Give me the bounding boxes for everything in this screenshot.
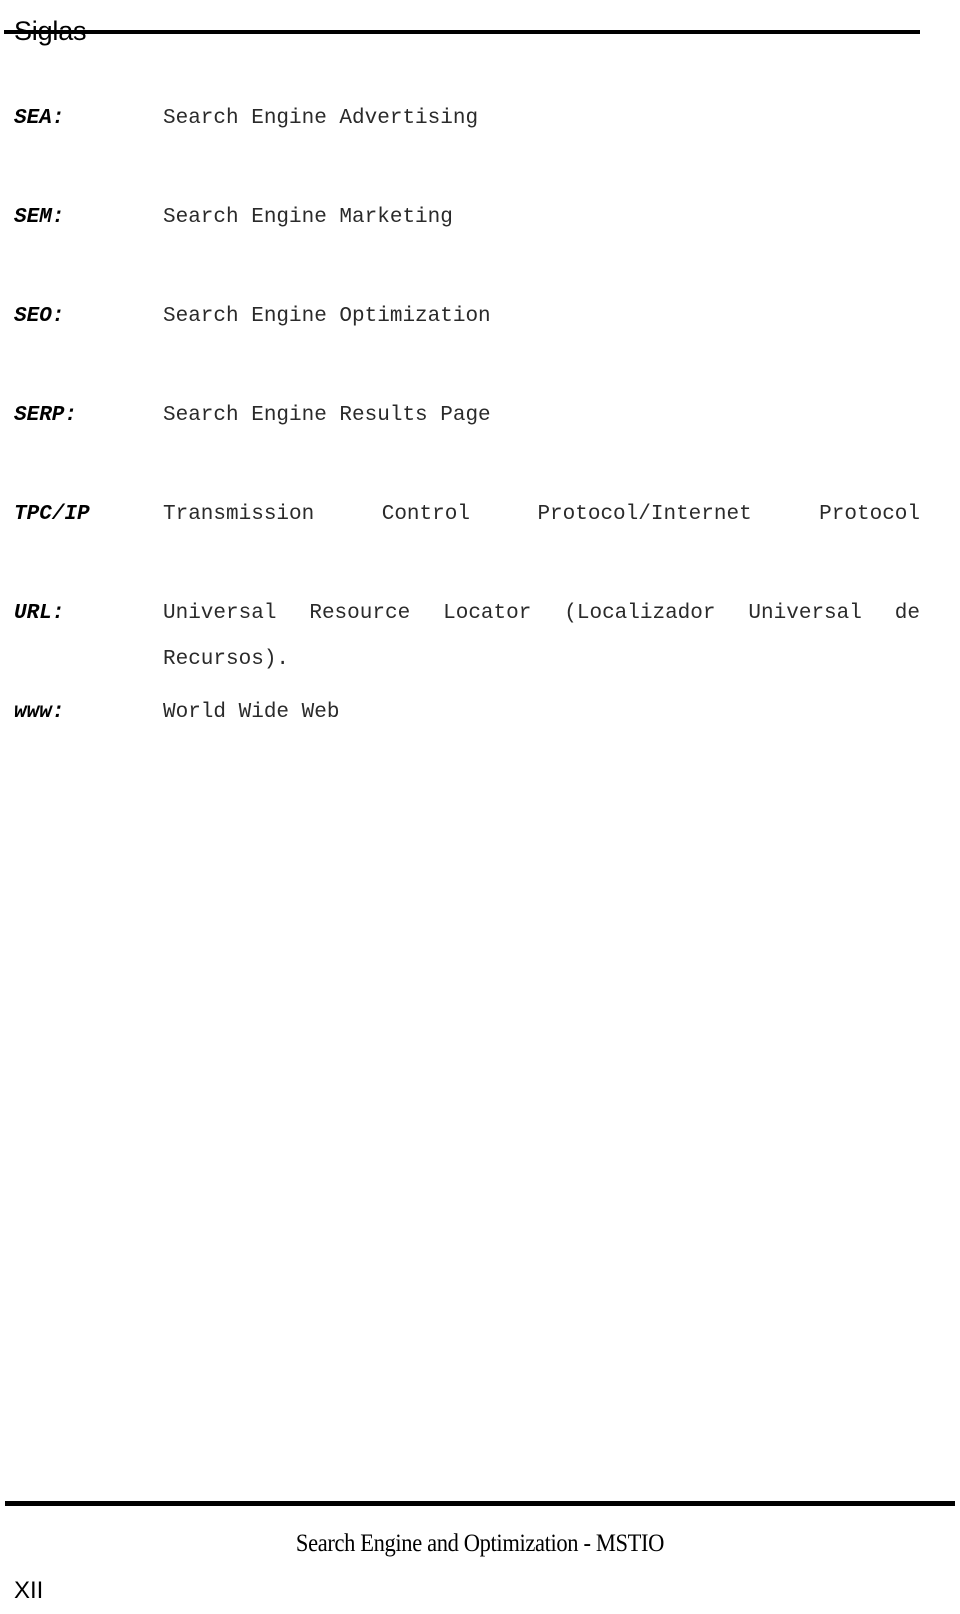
document-page: Siglas SEA: Search Engine Advertising SEM:…	[0, 0, 960, 1614]
glossary-entry: SEA: Search Engine Advertising	[0, 96, 960, 195]
glossary-entry: www: World Wide Web	[0, 690, 960, 789]
glossary-definition: Transmission Control Protocol/Internet P…	[163, 503, 920, 526]
header-divider	[4, 30, 920, 34]
glossary-entry: SEO: Search Engine Optimization	[0, 294, 960, 393]
glossary-definition: Search Engine Optimization	[163, 305, 491, 328]
glossary-term: TPC/IP	[14, 503, 90, 526]
glossary-definition: Search Engine Marketing	[163, 206, 453, 229]
glossary-term: www:	[14, 701, 65, 724]
footer-divider	[5, 1501, 955, 1506]
glossary-definition: Search Engine Results Page	[163, 404, 491, 427]
glossary-definition: Search Engine Advertising	[163, 107, 479, 130]
glossary-term: SEM:	[14, 206, 65, 229]
glossary-term: SEO:	[14, 305, 65, 328]
glossary-entry: URL: Universal Resource Locator (Localiza…	[0, 591, 960, 690]
glossary-entry: TPC/IP Transmission Control Protocol/Inte…	[0, 492, 960, 591]
glossary-entry: SERP: Search Engine Results Page	[0, 393, 960, 492]
footer-caption: Search Engine and Optimization - MSTIO	[295, 1530, 665, 1557]
glossary-term: SERP:	[14, 404, 78, 427]
glossary-list: SEA: Search Engine Advertising SEM: Search …	[0, 96, 960, 789]
glossary-term: SEA:	[14, 107, 65, 130]
page-number: XII	[14, 1577, 44, 1604]
glossary-term: URL:	[14, 602, 65, 625]
glossary-entry: SEM: Search Engine Marketing	[0, 195, 960, 294]
glossary-definition: World Wide Web	[163, 701, 340, 724]
